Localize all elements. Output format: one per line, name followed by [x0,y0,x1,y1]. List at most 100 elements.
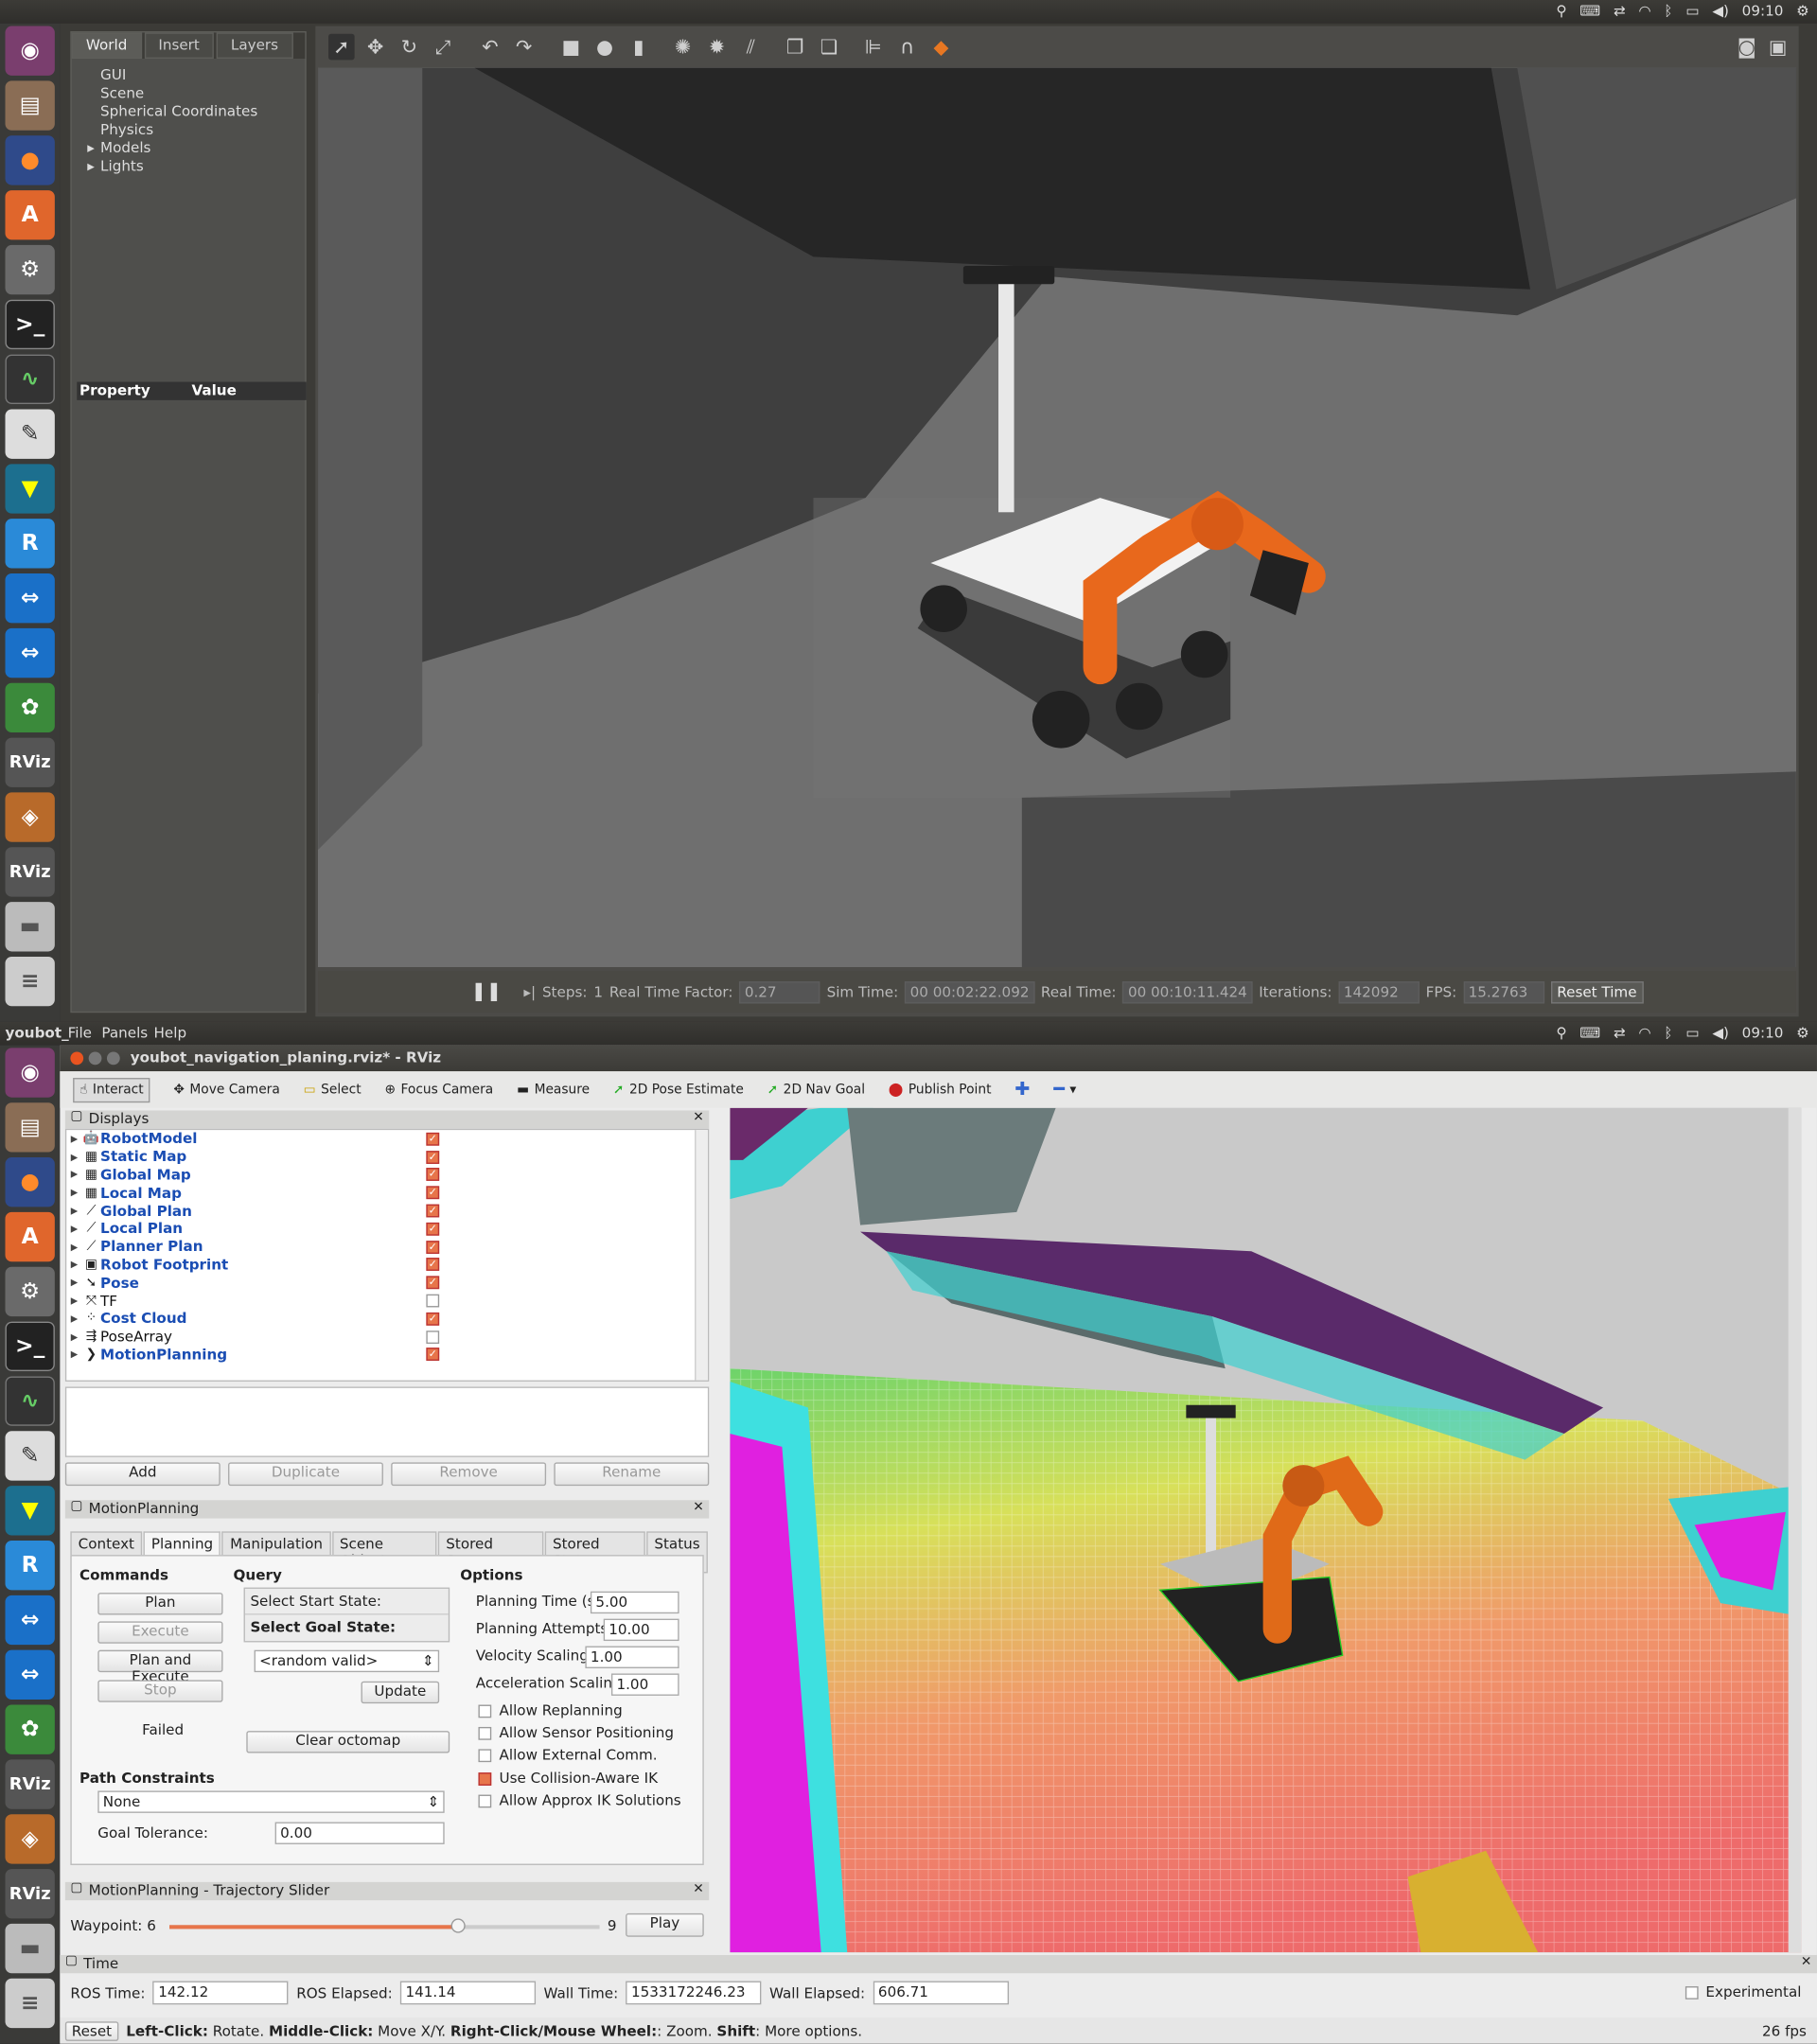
velocity-spin[interactable]: 1.00 [585,1646,679,1668]
keyboard-icon[interactable]: ⌨ [1579,3,1600,20]
display-item[interactable]: ▶ ⇶ PoseArray [66,1328,708,1346]
tab-layers[interactable]: Layers [216,32,293,59]
gear-icon[interactable]: ⚙ [1796,1025,1809,1042]
display-enable-checkbox[interactable]: ✓ [426,1168,440,1182]
robo-icon[interactable]: R [5,519,55,569]
display-enable-checkbox[interactable]: ✓ [426,1240,440,1254]
tree-item-scene[interactable]: Scene [85,85,306,103]
code-icon[interactable]: ✿ [5,682,55,733]
display-item[interactable]: ▶ ⤧ TF [66,1292,708,1310]
display-item[interactable]: ▶ ⟋ Planner Plan ✓ [66,1238,708,1256]
interact-tool[interactable]: ☝ Interact [73,1077,150,1102]
copy-icon[interactable]: ❐ [782,34,808,61]
close-icon[interactable]: ✕ [1801,1955,1812,1969]
display-item[interactable]: ▶ ▣ Robot Footprint ✓ [66,1256,708,1274]
files-icon[interactable]: ▤ [5,1102,55,1153]
text-editor-icon[interactable]: ✎ [5,409,55,459]
wifi-icon[interactable]: ◠ [1638,3,1650,20]
display-enable-checkbox[interactable] [426,1294,440,1308]
rviz-3d-view[interactable] [730,1107,1802,1953]
paste-icon[interactable]: ❏ [816,34,842,61]
clock[interactable]: 09:10 [1742,3,1784,20]
display-item[interactable]: ▶ ⁘ Cost Cloud ✓ [66,1310,708,1328]
wifi-icon[interactable]: ◠ [1638,1025,1650,1042]
plan-button[interactable]: Plan [97,1593,223,1615]
move-camera-tool[interactable]: ✥ Move Camera [173,1083,279,1097]
text-editor-icon[interactable]: ✎ [5,1431,55,1481]
display-enable-checkbox[interactable] [426,1330,440,1344]
display-enable-checkbox[interactable]: ✓ [426,1312,440,1326]
display-item[interactable]: ▶ ▦ Static Map ✓ [66,1148,708,1166]
display-enable-checkbox[interactable]: ✓ [426,1204,440,1218]
accel-spin[interactable]: 1.00 [610,1673,679,1696]
bluetooth-icon[interactable]: ᛒ [1664,3,1672,20]
accessibility-icon[interactable]: ⚲ [1556,3,1566,20]
tab-world[interactable]: World [71,32,142,59]
tools-icon[interactable]: ▼ [5,1486,55,1536]
goal-state-select[interactable]: <random valid> ⇕ [254,1649,440,1673]
display-item[interactable]: ▶ ➘ Pose ✓ [66,1274,708,1292]
reset-button[interactable]: Reset [64,2020,118,2041]
firefox-icon[interactable]: ● [5,1157,55,1207]
scale-icon[interactable]: ⤢ [431,34,457,61]
display-item[interactable]: ▶ ⟋ Local Plan ✓ [66,1220,708,1238]
expand-arrow-icon[interactable]: ▶ [66,1188,82,1198]
battery-icon[interactable]: ▭ [1685,3,1699,20]
allow-external-checkbox[interactable]: Allow External Comm. [478,1744,658,1766]
remove-button[interactable]: Remove [391,1462,547,1487]
system-monitor-icon[interactable]: ∿ [5,1376,55,1426]
remote-icon[interactable]: ⇔ [5,573,55,624]
tree-item-spherical[interactable]: Spherical Coordinates [85,103,306,121]
align-icon[interactable]: ⊫ [860,34,887,61]
volume-icon[interactable]: ◀) [1712,3,1729,20]
expand-arrow-icon[interactable]: ▶ [66,1242,82,1252]
files-icon[interactable]: ▤ [5,80,55,131]
select-arrow-icon[interactable]: ➚ [328,33,355,61]
minimize-icon[interactable] [88,1051,102,1066]
firefox-icon[interactable]: ● [5,135,55,185]
expand-arrow-icon[interactable]: ▶ [66,1313,82,1324]
clock[interactable]: 09:10 [1742,1025,1784,1042]
experimental-checkbox[interactable]: Experimental [1685,1982,1801,2003]
wall-time-field[interactable]: 1533172246.23 [626,1981,762,2005]
disks-icon[interactable]: ▬ [5,1923,55,1974]
sphere-icon[interactable]: ● [591,34,618,61]
focus-camera-tool[interactable]: ⊕ Focus Camera [384,1083,493,1097]
expand-arrow-icon[interactable]: ▶ [66,1278,82,1288]
close-icon[interactable]: ✕ [693,1110,704,1124]
plan-and-execute-button[interactable]: Plan and Execute [97,1649,223,1685]
display-enable-checkbox[interactable]: ✓ [426,1258,440,1272]
code-icon[interactable]: ✿ [5,1704,55,1754]
measure-tool[interactable]: ▬ Measure [517,1083,590,1097]
accessibility-icon[interactable]: ⚲ [1556,1025,1566,1042]
software-icon[interactable]: A [5,1211,55,1262]
collision-ik-checkbox[interactable]: Use Collision-Aware IK [478,1768,658,1789]
expand-arrow-icon[interactable]: ▶ [66,1331,82,1342]
duplicate-button[interactable]: Duplicate [228,1462,383,1487]
add-button[interactable]: Add [64,1462,221,1487]
display-enable-checkbox[interactable]: ✓ [426,1222,440,1236]
tree-item-models[interactable]: Models [85,139,306,157]
remove-tool-button[interactable]: ━ ▾ [1053,1079,1076,1100]
waypoint-track[interactable] [169,1918,600,1933]
translate-icon[interactable]: ✥ [362,34,389,61]
expand-arrow-icon[interactable]: ▶ [66,1206,82,1216]
planning-time-spin[interactable]: 5.00 [590,1591,679,1614]
settings-icon[interactable]: ⚙ [5,244,55,295]
maximize-icon[interactable] [106,1051,120,1066]
stop-button[interactable]: Stop [97,1680,223,1702]
update-button[interactable]: Update [361,1681,440,1704]
reset-time-button[interactable]: Reset Time [1550,980,1644,1003]
goal-tolerance-spin[interactable]: 0.00 [274,1822,445,1844]
publish-point-tool[interactable]: ⬤ Publish Point [889,1083,992,1097]
expand-arrow-icon[interactable]: ▶ [66,1224,82,1234]
close-icon[interactable]: ✕ [693,1882,704,1896]
ubuntu-icon[interactable]: ◉ [5,1048,55,1098]
battery-icon[interactable]: ▭ [1685,1025,1699,1042]
expand-arrow-icon[interactable]: ▶ [66,1134,82,1144]
approx-ik-checkbox[interactable]: Allow Approx IK Solutions [478,1789,681,1811]
expand-arrow-icon[interactable]: ▶ [66,1152,82,1162]
display-enable-checkbox[interactable]: ✓ [426,1132,440,1146]
path-constraints-select[interactable]: None ⇕ [97,1790,445,1813]
network-icon[interactable]: ⇄ [1614,3,1626,20]
